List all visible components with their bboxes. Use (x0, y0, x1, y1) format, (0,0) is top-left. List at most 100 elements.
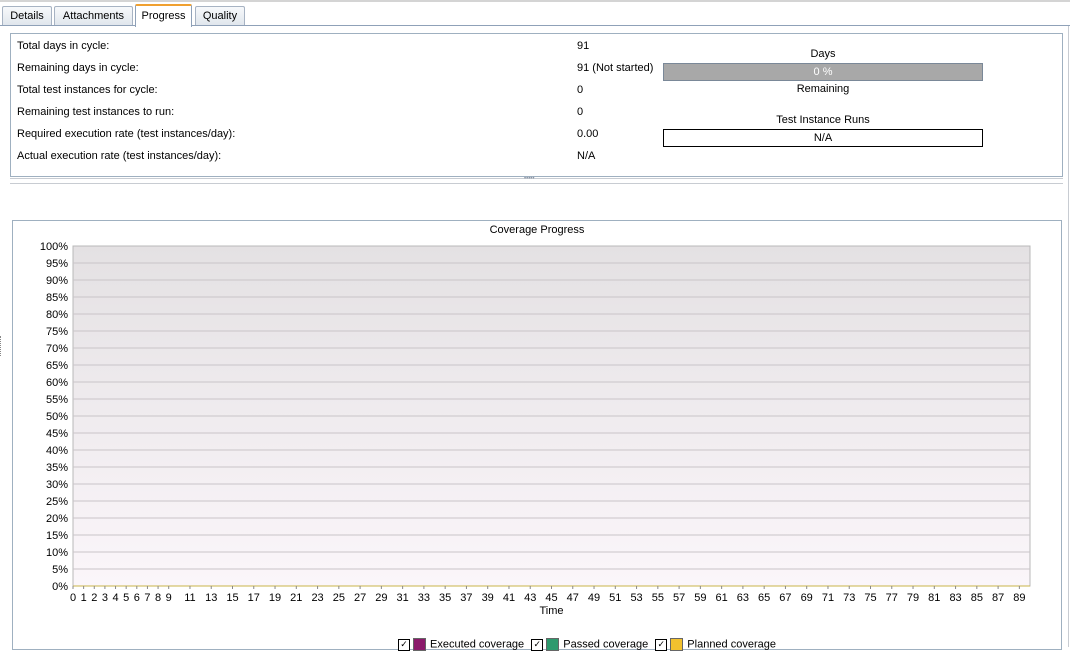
x-tick-label: 4 (112, 592, 118, 604)
days-widget-title: Days (810, 48, 836, 60)
splitter-grip-icon[interactable]: ••••• (524, 176, 548, 182)
executed-coverage-checkbox[interactable]: ✓ (398, 638, 410, 651)
x-tick-label: 57 (673, 592, 685, 604)
x-tick-label: 15 (226, 592, 238, 604)
x-tick-label: 39 (482, 592, 494, 604)
x-tick-label: 87 (992, 592, 1004, 604)
required-rate-label: Required execution rate (test instances/… (17, 128, 236, 140)
total-days-value: 91 (577, 40, 590, 52)
days-progress-bar: 0 % (663, 63, 983, 81)
passed-coverage-checkbox[interactable]: ✓ (531, 638, 544, 651)
actual-rate-label: Actual execution rate (test instances/da… (17, 150, 222, 162)
x-tick-label: 77 (886, 592, 898, 604)
x-tick-label: 63 (737, 592, 749, 604)
x-tick-label: 31 (397, 592, 409, 604)
x-tick-label: 67 (779, 592, 791, 604)
x-tick-label: 61 (716, 592, 728, 604)
executed-coverage-label: Executed coverage (430, 638, 525, 651)
x-tick-label: 3 (102, 592, 108, 604)
y-tick-label: 65% (46, 360, 68, 372)
y-tick-label: 15% (46, 530, 68, 542)
y-tick-label: 30% (46, 479, 68, 491)
x-tick-label: 27 (354, 592, 366, 604)
actual-rate-value: N/A (577, 150, 596, 162)
tab-details[interactable]: Details (2, 6, 52, 26)
y-tick-label: 10% (46, 547, 68, 559)
total-instances-value: 0 (577, 84, 584, 96)
x-tick-label: 59 (694, 592, 706, 604)
coverage-plot: 0% 5% 10% 15% 20% 25% 30% 35% 40% 45% 50% 55% 60% 65%… (40, 241, 1031, 617)
y-tick-label: 55% (46, 394, 68, 406)
x-tick-label: 29 (375, 592, 387, 604)
x-tick-label: 21 (290, 592, 302, 604)
planned-coverage-label: Planned coverage (687, 638, 776, 651)
x-tick-label: 81 (928, 592, 940, 604)
coverage-chart: Coverage Progress 0% 5% 10% 15% 20% 25% 30% 35%… (12, 220, 1062, 650)
tab-progress[interactable]: Progress (135, 4, 192, 27)
planned-coverage-checkbox[interactable]: ✓ (655, 638, 668, 651)
side-resize-grip-icon[interactable] (0, 336, 4, 356)
days-widget-caption: Remaining (796, 83, 850, 95)
required-rate-value: 0.00 (577, 128, 599, 140)
top-border (0, 0, 1070, 2)
x-tick-label: 35 (439, 592, 451, 604)
runs-progress-bar: N/A (663, 129, 983, 147)
x-tick-label: 6 (134, 592, 140, 604)
x-tick-label: 17 (248, 592, 260, 604)
x-tick-label: 49 (588, 592, 600, 604)
y-tick-label: 85% (46, 292, 68, 304)
passed-color-swatch (546, 638, 560, 651)
total-days-label: Total days in cycle: (17, 40, 110, 52)
legend-executed: ✓ Executed coverage (398, 638, 524, 651)
y-tick-label: 0% (52, 581, 68, 593)
legend-passed: ✓ Passed coverage (531, 638, 648, 651)
x-tick-label: 55 (652, 592, 664, 604)
chart-legend: ✓ Executed coverage ✓ Passed coverage ✓ Pla… (398, 638, 780, 652)
x-tick-label: 75 (864, 592, 876, 604)
tab-attachments[interactable]: Attachments (54, 6, 133, 26)
total-instances-label: Total test instances for cycle: (17, 84, 158, 96)
x-tick-label: 33 (418, 592, 430, 604)
remaining-days-value: 91 (Not started) (577, 62, 654, 74)
x-tick-label: 51 (609, 592, 621, 604)
y-tick-label: 35% (46, 462, 68, 474)
y-tick-label: 5% (52, 564, 68, 576)
x-tick-label: 23 (311, 592, 323, 604)
x-tick-label: 13 (205, 592, 217, 604)
days-progress-text: 0 % (813, 66, 833, 78)
x-tick-label: 43 (524, 592, 536, 604)
progress-summary-panel: Total days in cycle: 91 Remaining days i… (10, 33, 1063, 177)
legend-planned: ✓ Planned coverage (655, 638, 776, 651)
x-tick-label: 0 (70, 592, 76, 604)
x-tick-label: 9 (166, 592, 172, 604)
x-tick-label: 11 (184, 592, 195, 604)
tab-bar: Details Attachments Progress Quality (0, 4, 1070, 27)
y-tick-label: 90% (46, 275, 68, 287)
x-tick-label: 25 (333, 592, 345, 604)
x-tick-label: 69 (801, 592, 813, 604)
y-tick-label: 50% (46, 411, 68, 423)
x-tick-label: 53 (630, 592, 642, 604)
runs-widget-title: Test Instance Runs (776, 114, 870, 126)
y-tick-label: 25% (46, 496, 68, 508)
executed-color-swatch (413, 638, 426, 651)
runs-progress-text: N/A (813, 132, 833, 144)
x-tick-label: 47 (567, 592, 579, 604)
remaining-instances-value: 0 (577, 106, 584, 118)
x-tick-label: 65 (758, 592, 770, 604)
y-tick-label: 100% (40, 241, 68, 253)
x-tick-label: 7 (144, 592, 150, 604)
x-tick-label: 85 (971, 592, 983, 604)
x-tick-label: 89 (1013, 592, 1025, 604)
tab-quality[interactable]: Quality (195, 6, 245, 26)
y-tick-label: 40% (46, 445, 68, 457)
x-tick-label: 8 (155, 592, 161, 604)
x-tick-label: 19 (269, 592, 281, 604)
x-tick-label: 71 (822, 592, 834, 604)
y-tick-label: 75% (46, 326, 68, 338)
y-tick-label: 95% (46, 258, 68, 270)
x-tick-label: 37 (460, 592, 472, 604)
y-tick-label: 45% (46, 428, 68, 440)
x-tick-label: 2 (91, 592, 97, 604)
x-tick-label: 1 (81, 592, 87, 604)
